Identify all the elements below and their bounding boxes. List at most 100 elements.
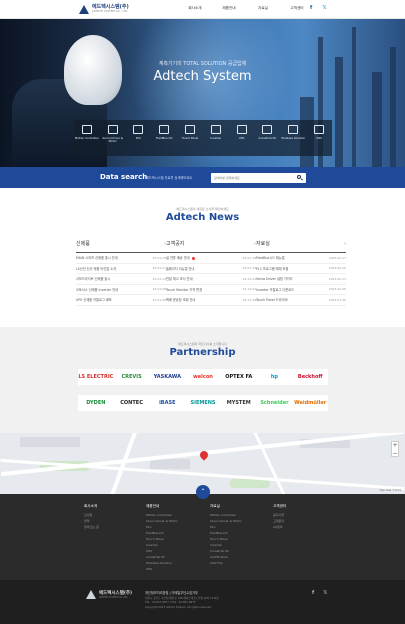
- footer-link[interactable]: AS문의: [273, 524, 286, 530]
- partner-logo[interactable]: Weidmüller: [292, 395, 329, 411]
- logo-mark-icon: [79, 5, 89, 14]
- footer-link[interactable]: OSS: [146, 566, 178, 572]
- nav-item-company[interactable]: 회사소개: [178, 6, 212, 11]
- chevron-right-icon[interactable]: ›: [344, 241, 346, 247]
- hero-banner: 계측기기의 TOTAL SOLUTION 공급업체 Adtech System …: [0, 19, 405, 167]
- partner-logo[interactable]: Beckhoff: [292, 369, 329, 385]
- header-social: f 𝕏: [310, 5, 327, 11]
- hero-title: Adtech System: [153, 69, 252, 84]
- footer-link[interactable]: 찾아오는 길: [84, 524, 99, 530]
- footer-link[interactable]: CAD File: [210, 560, 242, 566]
- list-item[interactable]: 설 연휴 배송 안내 23.01.18: [166, 253, 256, 264]
- list-item[interactable]: Servo Driver 설정 가이드 2023.02.13: [256, 274, 346, 285]
- product-link-inverter[interactable]: Inverter: [203, 120, 229, 156]
- search-input[interactable]: [214, 174, 292, 182]
- product-link-servo[interactable]: Servo Driver & Motor: [100, 120, 126, 156]
- site-header: 에드텍시스템(주) ADTECH SYSTEM CO., LTD. 회사소개 제…: [0, 0, 405, 19]
- partner-logo[interactable]: DYDEN: [78, 395, 114, 411]
- footer-policy-links[interactable]: 개인정보처리방침 | 이메일무단수집거부: [145, 590, 305, 595]
- logo-sub: ADTECH SYSTEM CO., LTD.: [92, 10, 129, 14]
- product-link-wireless[interactable]: Wireless Solution: [280, 120, 306, 156]
- list-item[interactable]: MAIN 시리즈 신제품 출시 안내 23.02.28: [76, 253, 166, 264]
- map-zoom-control[interactable]: + −: [391, 441, 399, 457]
- news-column-notices: 고객공지 › 설 연휴 배송 안내 23.01.18 홈페이지 리뉴얼 안내 23.…: [166, 240, 256, 306]
- product-link-ups[interactable]: UPS: [229, 120, 255, 156]
- footer-logo: 에드텍시스템(주) ADTECH SYSTEM CO., LTD.: [86, 590, 132, 599]
- scroll-top-button[interactable]: ⌃: [196, 485, 210, 499]
- partner-logo[interactable]: MYSTEM: [220, 395, 257, 411]
- data-search-desc: 에드텍시스템 자료를 검색해보세요: [146, 176, 193, 180]
- nav-item-support[interactable]: 고객센터: [280, 6, 314, 11]
- list-item[interactable]: LS산전 신규 제품 라인업 소개 23.02.21: [76, 264, 166, 274]
- product-link-industrial-pc[interactable]: Industrial PC: [255, 120, 281, 156]
- product-link-oss[interactable]: OSS: [306, 120, 332, 156]
- hero-subtitle: 계측기기의 TOTAL SOLUTION 공급업체: [158, 61, 247, 67]
- fieldbus-icon: [159, 125, 170, 134]
- product-link-plc[interactable]: PLC: [126, 120, 152, 156]
- twitter-icon[interactable]: 𝕏: [322, 5, 326, 11]
- main-nav: 회사소개 제품안내 자료실 고객센터: [178, 6, 314, 11]
- news-column-library: 자료실 › FieldBus I/O 매뉴얼 2023.02.27 PLC 프로그…: [256, 240, 346, 306]
- list-item[interactable]: 택배 운송장 조회 안내 22.11.28: [166, 295, 256, 306]
- facebook-icon[interactable]: f: [312, 590, 314, 596]
- partnership-kicker: 에드텍시스템의 파트너사를 소개합니다: [178, 342, 227, 346]
- industrial-pc-icon: [262, 125, 273, 134]
- list-item[interactable]: Touch Panel 드라이버 2023.01.30: [256, 295, 346, 306]
- footer-social: f 𝕏: [312, 590, 327, 596]
- list-item[interactable]: FieldBus I/O 매뉴얼 2023.02.27: [256, 253, 346, 264]
- partner-logo-row: DYDEN CONTEC iBASE SIEMENS MYSTEM Schnei…: [78, 395, 329, 411]
- ups-icon: [236, 125, 247, 134]
- news-column-label: 자료실: [256, 241, 270, 247]
- partner-logo[interactable]: LS ELECTRIC: [78, 369, 114, 385]
- list-item[interactable]: 홈페이지 리뉴얼 안내 23.01.10: [166, 264, 256, 274]
- footer-sitemap: [0, 494, 405, 580]
- news-column-products: 신제품 › MAIN 시리즈 신제품 출시 안내 23.02.28 LS산전 신규…: [76, 240, 166, 306]
- plc-icon: [133, 125, 144, 134]
- partner-logo[interactable]: Schneider: [256, 395, 293, 411]
- news-kicker: 에드텍시스템의 새로운 소식을 확인하세요: [176, 207, 229, 211]
- product-link-motion[interactable]: Motion Controller: [74, 120, 100, 156]
- footer-column-support: 고객센터 공지사항 고객문의 AS문의: [273, 504, 287, 530]
- product-link-touch-panel[interactable]: Touch Panel: [177, 120, 203, 156]
- search-icon[interactable]: [296, 174, 304, 182]
- nav-item-products[interactable]: 제품안내: [212, 6, 246, 11]
- partner-logo[interactable]: welcon: [185, 369, 221, 385]
- partner-logo[interactable]: OPTEX FA: [220, 369, 257, 385]
- footer-column-products: 제품안내 Motion Controller Servo Driver & Mo…: [146, 504, 178, 572]
- partner-logo[interactable]: CREVIS: [113, 369, 150, 385]
- list-item[interactable]: UPS 신제품 카탈로그 배포 23.01.30: [76, 295, 166, 306]
- wireless-icon: [288, 125, 299, 134]
- partner-logo-row: LS ELECTRIC CREVIS YASKAWA welcon OPTEX …: [78, 369, 329, 385]
- partner-logo[interactable]: hp: [256, 369, 293, 385]
- list-item[interactable]: Inverter 카탈로그 다운로드 2023.02.06: [256, 285, 346, 295]
- footer-company-info: 개인정보처리방침 | 이메일무단수집거부 서울시 금천구 가산디지털1로 196…: [145, 590, 305, 610]
- list-item[interactable]: Touch Monitor 가격 변경 22.12.01: [166, 285, 256, 295]
- data-search-band: Data search 에드텍시스템 자료를 검색해보세요: [0, 167, 405, 188]
- inverter-icon: [210, 125, 221, 134]
- list-item[interactable]: 서보드라이브 신제품 출시 23.02.14: [76, 274, 166, 285]
- touch-panel-icon: [185, 125, 196, 134]
- data-search-title: Data search: [100, 173, 148, 181]
- site-logo[interactable]: 에드텍시스템(주) ADTECH SYSTEM CO., LTD.: [79, 5, 129, 14]
- twitter-icon[interactable]: 𝕏: [323, 590, 327, 596]
- list-item[interactable]: 연말 재고 조사 안내 22.12.22: [166, 274, 256, 285]
- product-quicklinks: Motion Controller Servo Driver & Motor P…: [74, 120, 332, 156]
- partner-logo[interactable]: CONTEC: [113, 395, 150, 411]
- servo-driver-icon: [107, 125, 118, 134]
- logo-mark-icon: [86, 590, 96, 599]
- new-badge-icon: [191, 256, 195, 260]
- news-column-label: 고객공지: [166, 241, 185, 247]
- partner-logo[interactable]: iBASE: [149, 395, 186, 411]
- partner-logo[interactable]: YASKAWA: [149, 369, 186, 385]
- partnership-title: Partnership: [169, 347, 236, 358]
- news-column-label: 신제품: [76, 241, 90, 247]
- motion-controller-icon: [81, 125, 92, 134]
- facebook-icon[interactable]: f: [310, 5, 312, 11]
- list-item[interactable]: PLC 프로그램 예제 모음 2023.02.20: [256, 264, 346, 274]
- list-item[interactable]: 오토닉스 신제품 Inverter 안내 23.02.08: [76, 285, 166, 295]
- partner-logo[interactable]: SIEMENS: [185, 395, 221, 411]
- footer-column-library: 자료실 Motion Controller Servo Driver & Mot…: [210, 504, 242, 566]
- footer-column-company: 회사소개 인사말 연혁 찾아오는 길: [84, 504, 99, 530]
- product-link-fieldbus[interactable]: FieldBus I/O: [151, 120, 177, 156]
- nav-item-library[interactable]: 자료실: [246, 6, 280, 11]
